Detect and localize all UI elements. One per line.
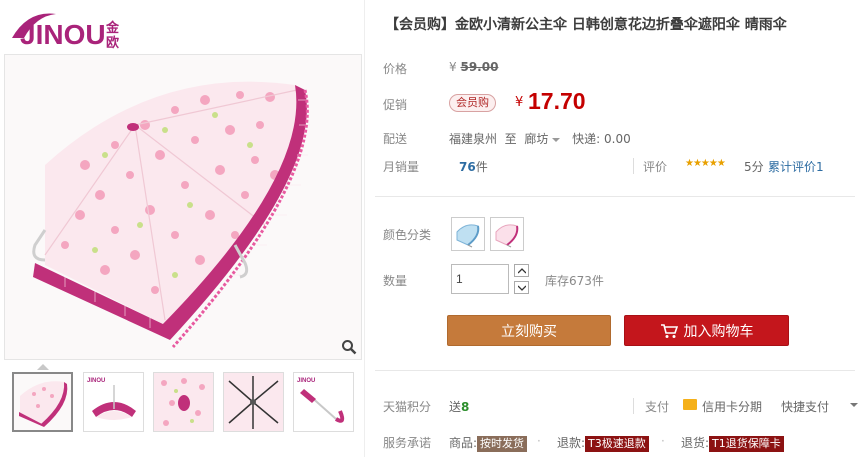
thumbnail-2[interactable]: JINOU (83, 372, 144, 432)
ship-destination: 廊坊 (524, 132, 549, 146)
price-panel: 价格 ¥ 59.00 促销 会员购 ¥ 17.70 配送 福建泉州 至 廊坊 快… (375, 44, 863, 190)
quick-pay[interactable]: 快捷支付 (781, 398, 829, 415)
buy-now-button[interactable]: 立刻购买 (447, 315, 611, 346)
sales-unit: 件 (475, 160, 488, 174)
service-label: 服务承诺 (383, 436, 432, 450)
service-refund: 退款: T3极速退款 (557, 434, 649, 452)
monthly-sales: 76件 (459, 158, 488, 175)
service-return-label: 退货: (681, 436, 710, 450)
service-return: 退货: T1退货保障卡 (681, 434, 784, 452)
product-gallery: JINOU 金 欧 JINOU JINOU (0, 0, 365, 457)
divider (375, 196, 855, 197)
service-refund-tag[interactable]: T3极速退款 (585, 436, 649, 452)
points-number: 8 (461, 400, 470, 414)
svg-text:欧: 欧 (106, 35, 119, 51)
magnifier-icon[interactable] (339, 337, 359, 357)
add-to-cart-label: 加入购物车 (683, 323, 754, 340)
star-rating: ★★★★★ (685, 158, 726, 169)
service-goods-label: 商品: (449, 436, 478, 450)
add-to-cart-button[interactable]: 加入购物车 (624, 315, 789, 346)
sales-label: 月销量 (383, 160, 420, 174)
quantity-label: 数量 (383, 274, 408, 288)
thumbnail-1[interactable] (12, 372, 73, 432)
quantity-input[interactable] (451, 264, 509, 294)
credit-card-icon (683, 399, 697, 410)
points-value: 送8 (449, 398, 469, 415)
svg-text:JINOU: JINOU (87, 378, 105, 384)
thumbnail-pointer (37, 364, 49, 370)
points-give-word: 送 (449, 400, 462, 414)
rating-label: 评价 (643, 160, 668, 174)
quantity-increase-button[interactable] (514, 264, 529, 277)
chevron-up-icon (517, 267, 526, 273)
divider (633, 398, 634, 414)
thumbnail-5[interactable]: JINOU (293, 372, 354, 432)
thumbnail-3[interactable] (153, 372, 214, 432)
stock-info: 库存673件 (545, 274, 604, 288)
cart-icon (660, 323, 678, 338)
chevron-down-icon (517, 285, 526, 291)
promo-tag: 会员购 (449, 94, 496, 112)
svg-text:JINOU: JINOU (297, 378, 315, 384)
separator-dot: · (537, 434, 541, 448)
product-info: 【会员购】金欧小清新公主伞 日韩创意花边折叠伞遮阳伞 晴雨伞 价格 ¥ 59.0… (364, 0, 863, 457)
ship-from: 福建泉州 (449, 132, 498, 146)
service-return-tag[interactable]: T1退货保障卡 (709, 436, 784, 452)
svg-text:JINOU: JINOU (20, 19, 106, 50)
express-fee: 快递: 0.00 (572, 132, 631, 146)
rating-score: 5分 (744, 160, 764, 174)
service-refund-label: 退款: (557, 436, 586, 450)
thumbnail-4[interactable] (223, 372, 284, 432)
promo-label: 促销 (383, 98, 408, 112)
swatch-pink-umbrella[interactable] (490, 217, 524, 251)
chevron-down-icon (552, 137, 561, 142)
original-price-value: 59.00 (460, 60, 499, 74)
promo-currency: ¥ (515, 95, 524, 110)
thumbnail-strip: JINOU JINOU (12, 372, 362, 432)
card-installment[interactable]: 信用卡分期 (702, 398, 762, 415)
payment-label: 支付 (645, 400, 670, 414)
divider (375, 370, 855, 371)
service-goods-tag[interactable]: 按时发货 (477, 436, 528, 452)
color-label: 颜色分类 (383, 228, 432, 242)
review-count-link[interactable]: 累计评价1 (768, 158, 824, 175)
original-price: ¥ 59.00 (449, 60, 498, 74)
main-product-image[interactable] (4, 54, 362, 360)
service-goods: 商品: 按时发货 (449, 434, 528, 452)
ship-destination-select[interactable]: 廊坊 (524, 132, 568, 146)
divider (633, 158, 634, 174)
quantity-decrease-button[interactable] (514, 281, 529, 294)
ship-to-word: 至 (504, 132, 517, 146)
shipping-info: 福建泉州 至 廊坊 快递: 0.00 (449, 130, 631, 147)
shipping-label: 配送 (383, 132, 408, 146)
chevron-down-icon[interactable] (850, 403, 858, 407)
promo-price: 17.70 (528, 88, 586, 114)
points-label: 天猫积分 (383, 400, 432, 414)
product-title: 【会员购】金欧小清新公主伞 日韩创意花边折叠伞遮阳伞 晴雨伞 (385, 17, 787, 33)
brand-logo: JINOU 金 欧 (8, 8, 138, 52)
separator-dot: · (661, 434, 665, 448)
swatch-blue-umbrella[interactable] (451, 217, 485, 251)
price-label: 价格 (383, 62, 408, 76)
buy-now-label: 立刻购买 (501, 323, 557, 340)
original-currency: ¥ (449, 60, 457, 74)
sales-count: 76 (459, 160, 476, 174)
svg-text:金: 金 (105, 20, 120, 36)
